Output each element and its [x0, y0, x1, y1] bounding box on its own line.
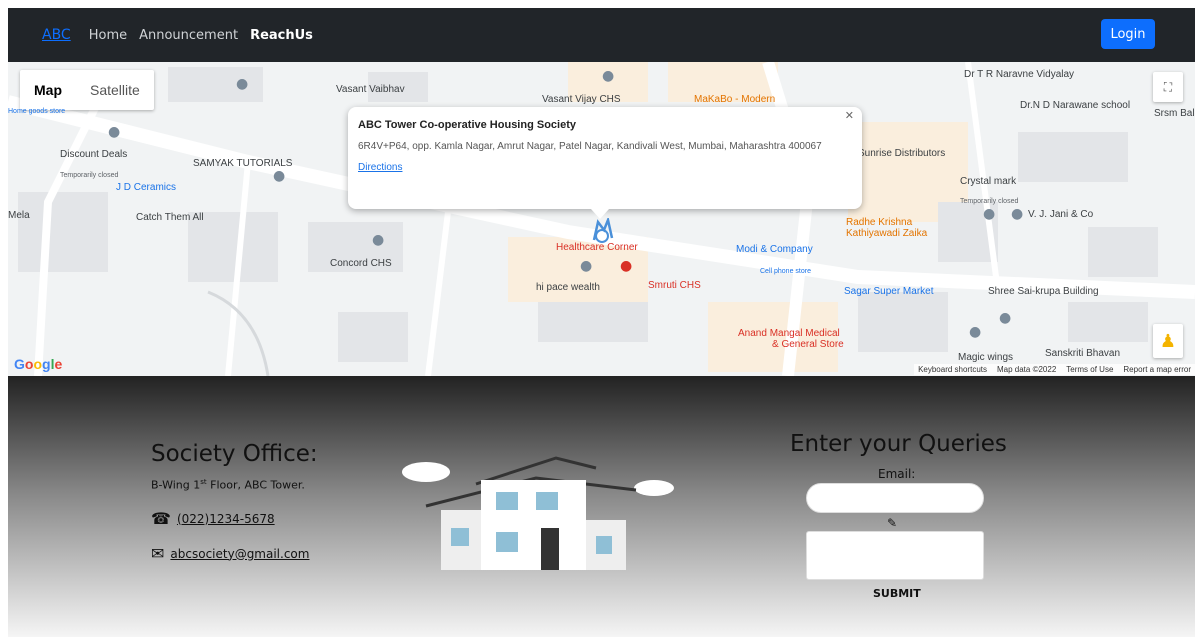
- pencil-icon: ✎: [887, 516, 898, 530]
- query-textarea[interactable]: [806, 531, 984, 580]
- map-label[interactable]: Vasant Vijay CHS: [542, 94, 621, 105]
- brand-link[interactable]: ABC: [42, 27, 71, 43]
- location-marker-icon[interactable]: [588, 218, 618, 244]
- map-label[interactable]: Sagar Super Market: [844, 286, 934, 297]
- map-label[interactable]: Kathiyawadi Zaika: [846, 228, 927, 239]
- address-prefix: B-Wing 1: [151, 478, 201, 492]
- fullscreen-button[interactable]: ⛶: [1153, 72, 1183, 102]
- map-label[interactable]: V. J. Jani & Co: [1028, 209, 1093, 220]
- google-logo: Google: [14, 356, 63, 372]
- house-illustration: [402, 456, 674, 570]
- map-label[interactable]: Dr T R Naravne Vidyalay: [964, 69, 1074, 80]
- map-label[interactable]: Crystal mark: [960, 176, 1016, 187]
- login-button[interactable]: Login: [1101, 19, 1155, 49]
- office-title: Society Office:: [151, 441, 318, 467]
- map-label[interactable]: Vasant Vaibhav: [336, 84, 405, 95]
- email-link[interactable]: abcsociety@gmail.com: [170, 547, 309, 561]
- email-field[interactable]: [806, 483, 984, 513]
- map-type-satellite[interactable]: Satellite: [76, 70, 154, 110]
- map-label[interactable]: hi pace wealth: [536, 282, 600, 293]
- info-window-title: ABC Tower Co-operative Housing Society: [358, 119, 576, 131]
- map-label[interactable]: Concord CHS: [330, 258, 392, 269]
- map-label[interactable]: Smruti CHS: [648, 280, 701, 291]
- terms-link[interactable]: Terms of Use: [1066, 365, 1113, 374]
- map-pin-icon[interactable]: ●: [273, 168, 285, 184]
- map-pin-icon[interactable]: ●: [983, 206, 995, 222]
- submit-button[interactable]: SUBMIT: [873, 587, 921, 600]
- envelope-icon: ✉: [151, 544, 165, 563]
- phone-row: ☎ (022)1234-5678: [151, 509, 275, 528]
- map-label[interactable]: Dr.N D Narawane school: [1020, 100, 1130, 111]
- map-label[interactable]: Anand Mangal Medical: [738, 328, 840, 339]
- map-label[interactable]: Catch Them All: [136, 212, 204, 223]
- google-map[interactable]: Map Satellite Home goods store ● Vasant …: [8, 62, 1195, 376]
- phone-link[interactable]: (022)1234-5678: [177, 512, 275, 526]
- map-pin-icon[interactable]: ●: [969, 324, 981, 340]
- email-row: ✉ abcsociety@gmail.com: [151, 544, 309, 563]
- report-error-link[interactable]: Report a map error: [1123, 365, 1191, 374]
- map-label[interactable]: Sanskriti Bhavan: [1045, 348, 1120, 359]
- map-pin-icon[interactable]: ●: [108, 124, 120, 140]
- nav-announcement[interactable]: Announcement: [139, 28, 238, 43]
- map-pin-icon[interactable]: ●: [372, 232, 384, 248]
- email-label: Email:: [878, 467, 916, 481]
- map-label[interactable]: Modi & Company: [736, 244, 813, 255]
- map-type-control: Map Satellite: [20, 70, 154, 110]
- close-icon[interactable]: ✕: [845, 109, 854, 122]
- phone-icon: ☎: [151, 509, 171, 528]
- map-label[interactable]: Magic wings: [958, 352, 1013, 363]
- map-label[interactable]: Cell phone store: [760, 266, 811, 277]
- queries-title: Enter your Queries: [790, 431, 1007, 457]
- directions-link[interactable]: Directions: [358, 162, 402, 173]
- map-attribution: Keyboard shortcuts Map data ©2022 Terms …: [914, 364, 1195, 375]
- map-label[interactable]: MaKaBo - Modern: [694, 94, 775, 105]
- map-label[interactable]: & General Store: [772, 339, 844, 350]
- map-label[interactable]: J D Ceramics: [116, 182, 176, 193]
- map-label[interactable]: Shree Sai-krupa Building: [988, 286, 1099, 297]
- address-suffix: Floor, ABC Tower.: [206, 478, 305, 492]
- map-label[interactable]: Temporarily closed: [60, 170, 118, 181]
- map-label[interactable]: Discount Deals: [60, 149, 127, 160]
- map-pin-icon[interactable]: ●: [1011, 206, 1023, 222]
- map-pin-icon[interactable]: ●: [999, 310, 1011, 326]
- navbar: ABC Home Announcement ReachUs Login: [8, 8, 1195, 62]
- map-data-text: Map data ©2022: [997, 365, 1057, 374]
- map-type-map[interactable]: Map: [20, 70, 76, 110]
- info-window-address: 6R4V+P64, opp. Kamla Nagar, Amrut Nagar,…: [358, 141, 822, 152]
- map-pin-icon[interactable]: ●: [620, 258, 632, 274]
- map-label[interactable]: Mela: [8, 210, 30, 221]
- map-label[interactable]: Home goods store: [8, 106, 65, 117]
- street-view-pegman-icon[interactable]: ♟: [1153, 324, 1183, 358]
- map-pin-icon[interactable]: ●: [236, 76, 248, 92]
- map-label[interactable]: Srsm Bal: [1154, 108, 1195, 119]
- nav-home[interactable]: Home: [89, 28, 127, 43]
- map-label[interactable]: Radhe Krishna: [846, 217, 912, 228]
- map-pin-icon[interactable]: ●: [602, 68, 614, 84]
- keyboard-shortcuts-link[interactable]: Keyboard shortcuts: [918, 365, 987, 374]
- map-pin-icon[interactable]: ●: [580, 258, 592, 274]
- map-label[interactable]: Sunrise Distributors: [858, 148, 945, 159]
- map-info-window: ABC Tower Co-operative Housing Society 6…: [348, 107, 862, 219]
- office-address: B-Wing 1st Floor, ABC Tower.: [151, 478, 305, 492]
- nav-reachus[interactable]: ReachUs: [250, 28, 313, 43]
- contact-section: Society Office: B-Wing 1st Floor, ABC To…: [8, 376, 1195, 637]
